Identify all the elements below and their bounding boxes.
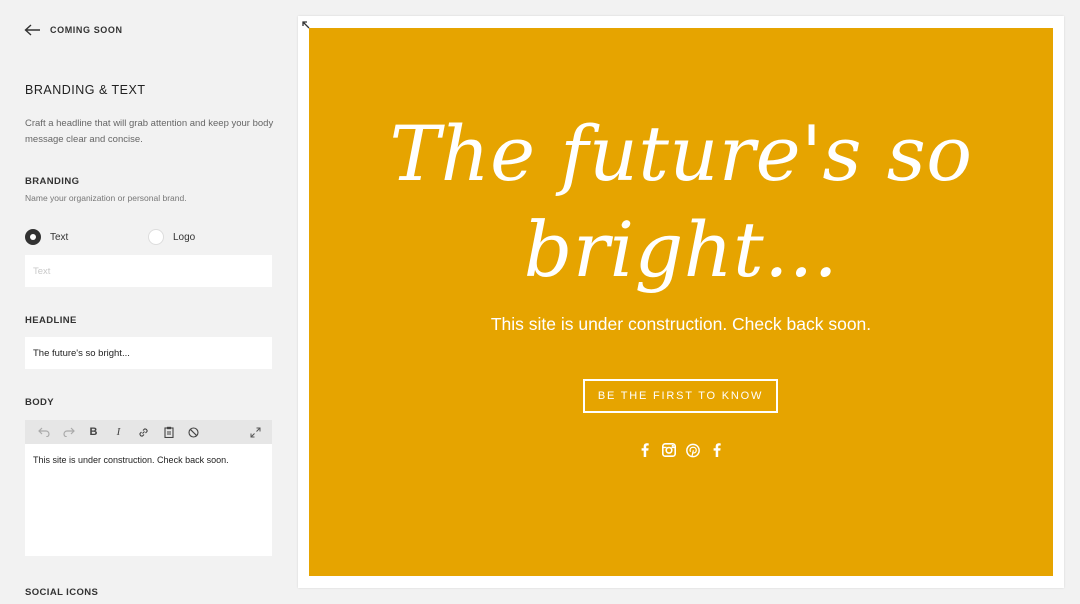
branding-radio-text[interactable]: Text bbox=[25, 229, 68, 245]
sidebar-panel: COMING SOON BRANDING & TEXT Craft a head… bbox=[0, 0, 296, 604]
radio-label: Text bbox=[50, 231, 69, 243]
undo-icon[interactable] bbox=[31, 420, 56, 444]
expand-icon[interactable] bbox=[243, 420, 268, 444]
body-editor[interactable]: This site is under construction. Check b… bbox=[25, 444, 272, 556]
branding-text-input[interactable] bbox=[25, 255, 272, 287]
facebook-icon[interactable] bbox=[638, 442, 652, 458]
instagram-icon[interactable] bbox=[662, 442, 676, 458]
preview-canvas: The future's so bright... This site is u… bbox=[309, 28, 1053, 576]
preview-subtext: This site is under construction. Check b… bbox=[490, 314, 872, 334]
clear-format-icon[interactable] bbox=[181, 420, 206, 444]
radio-label: Logo bbox=[173, 231, 196, 243]
back-button[interactable]: COMING SOON bbox=[24, 24, 123, 36]
radio-checked-icon bbox=[25, 229, 41, 245]
rich-text-toolbar: B I bbox=[25, 420, 272, 444]
branding-hint: Name your organization or personal brand… bbox=[25, 193, 187, 203]
radio-unchecked-icon bbox=[148, 229, 164, 245]
social-icons-row bbox=[309, 442, 1053, 458]
branding-radio-logo[interactable]: Logo bbox=[148, 229, 195, 245]
bold-icon[interactable]: B bbox=[81, 420, 106, 444]
paste-icon[interactable] bbox=[156, 420, 181, 444]
back-arrow-icon bbox=[24, 24, 40, 36]
back-label: COMING SOON bbox=[50, 25, 123, 35]
branding-label: BRANDING bbox=[25, 176, 80, 187]
body-text: This site is under construction. Check b… bbox=[33, 455, 229, 465]
redo-icon[interactable] bbox=[56, 420, 81, 444]
italic-icon[interactable]: I bbox=[106, 420, 131, 444]
panel-description: Craft a headline that will grab attentio… bbox=[25, 118, 274, 145]
social-icons-label: SOCIAL ICONS bbox=[25, 587, 99, 598]
headline-label: HEADLINE bbox=[25, 315, 77, 326]
panel-title: BRANDING & TEXT bbox=[25, 83, 146, 97]
pinterest-icon[interactable] bbox=[686, 442, 700, 458]
link-icon[interactable] bbox=[131, 420, 156, 444]
preview-headline: The future's so bright... bbox=[389, 109, 973, 294]
signup-button[interactable]: BE THE FIRST TO KNOW bbox=[583, 379, 778, 413]
facebook-icon[interactable] bbox=[710, 442, 724, 458]
headline-input[interactable] bbox=[25, 337, 272, 369]
app: COMING SOON BRANDING & TEXT Craft a head… bbox=[0, 0, 1080, 604]
body-label: BODY bbox=[25, 397, 55, 408]
